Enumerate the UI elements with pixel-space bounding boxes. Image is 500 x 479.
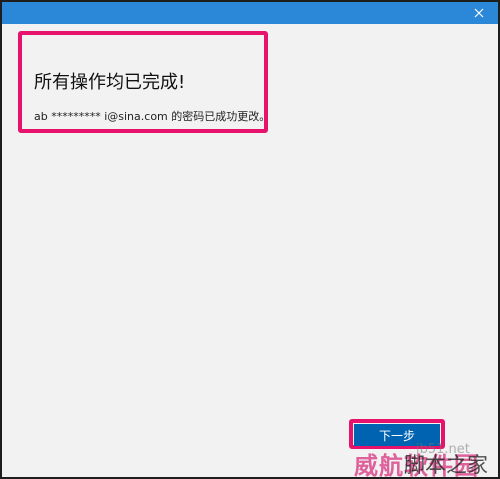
completion-heading: 所有操作均已完成! bbox=[34, 72, 186, 93]
close-button[interactable] bbox=[466, 3, 492, 23]
close-icon bbox=[474, 8, 484, 18]
title-bar[interactable] bbox=[2, 2, 498, 24]
watermark-text-b: 脚本之家 bbox=[404, 453, 488, 477]
dialog-window: 所有操作均已完成! ab ********* i@sina.com 的密码已成功… bbox=[0, 0, 500, 479]
password-changed-message: ab ********* i@sina.com 的密码已成功更改。 bbox=[34, 110, 271, 123]
